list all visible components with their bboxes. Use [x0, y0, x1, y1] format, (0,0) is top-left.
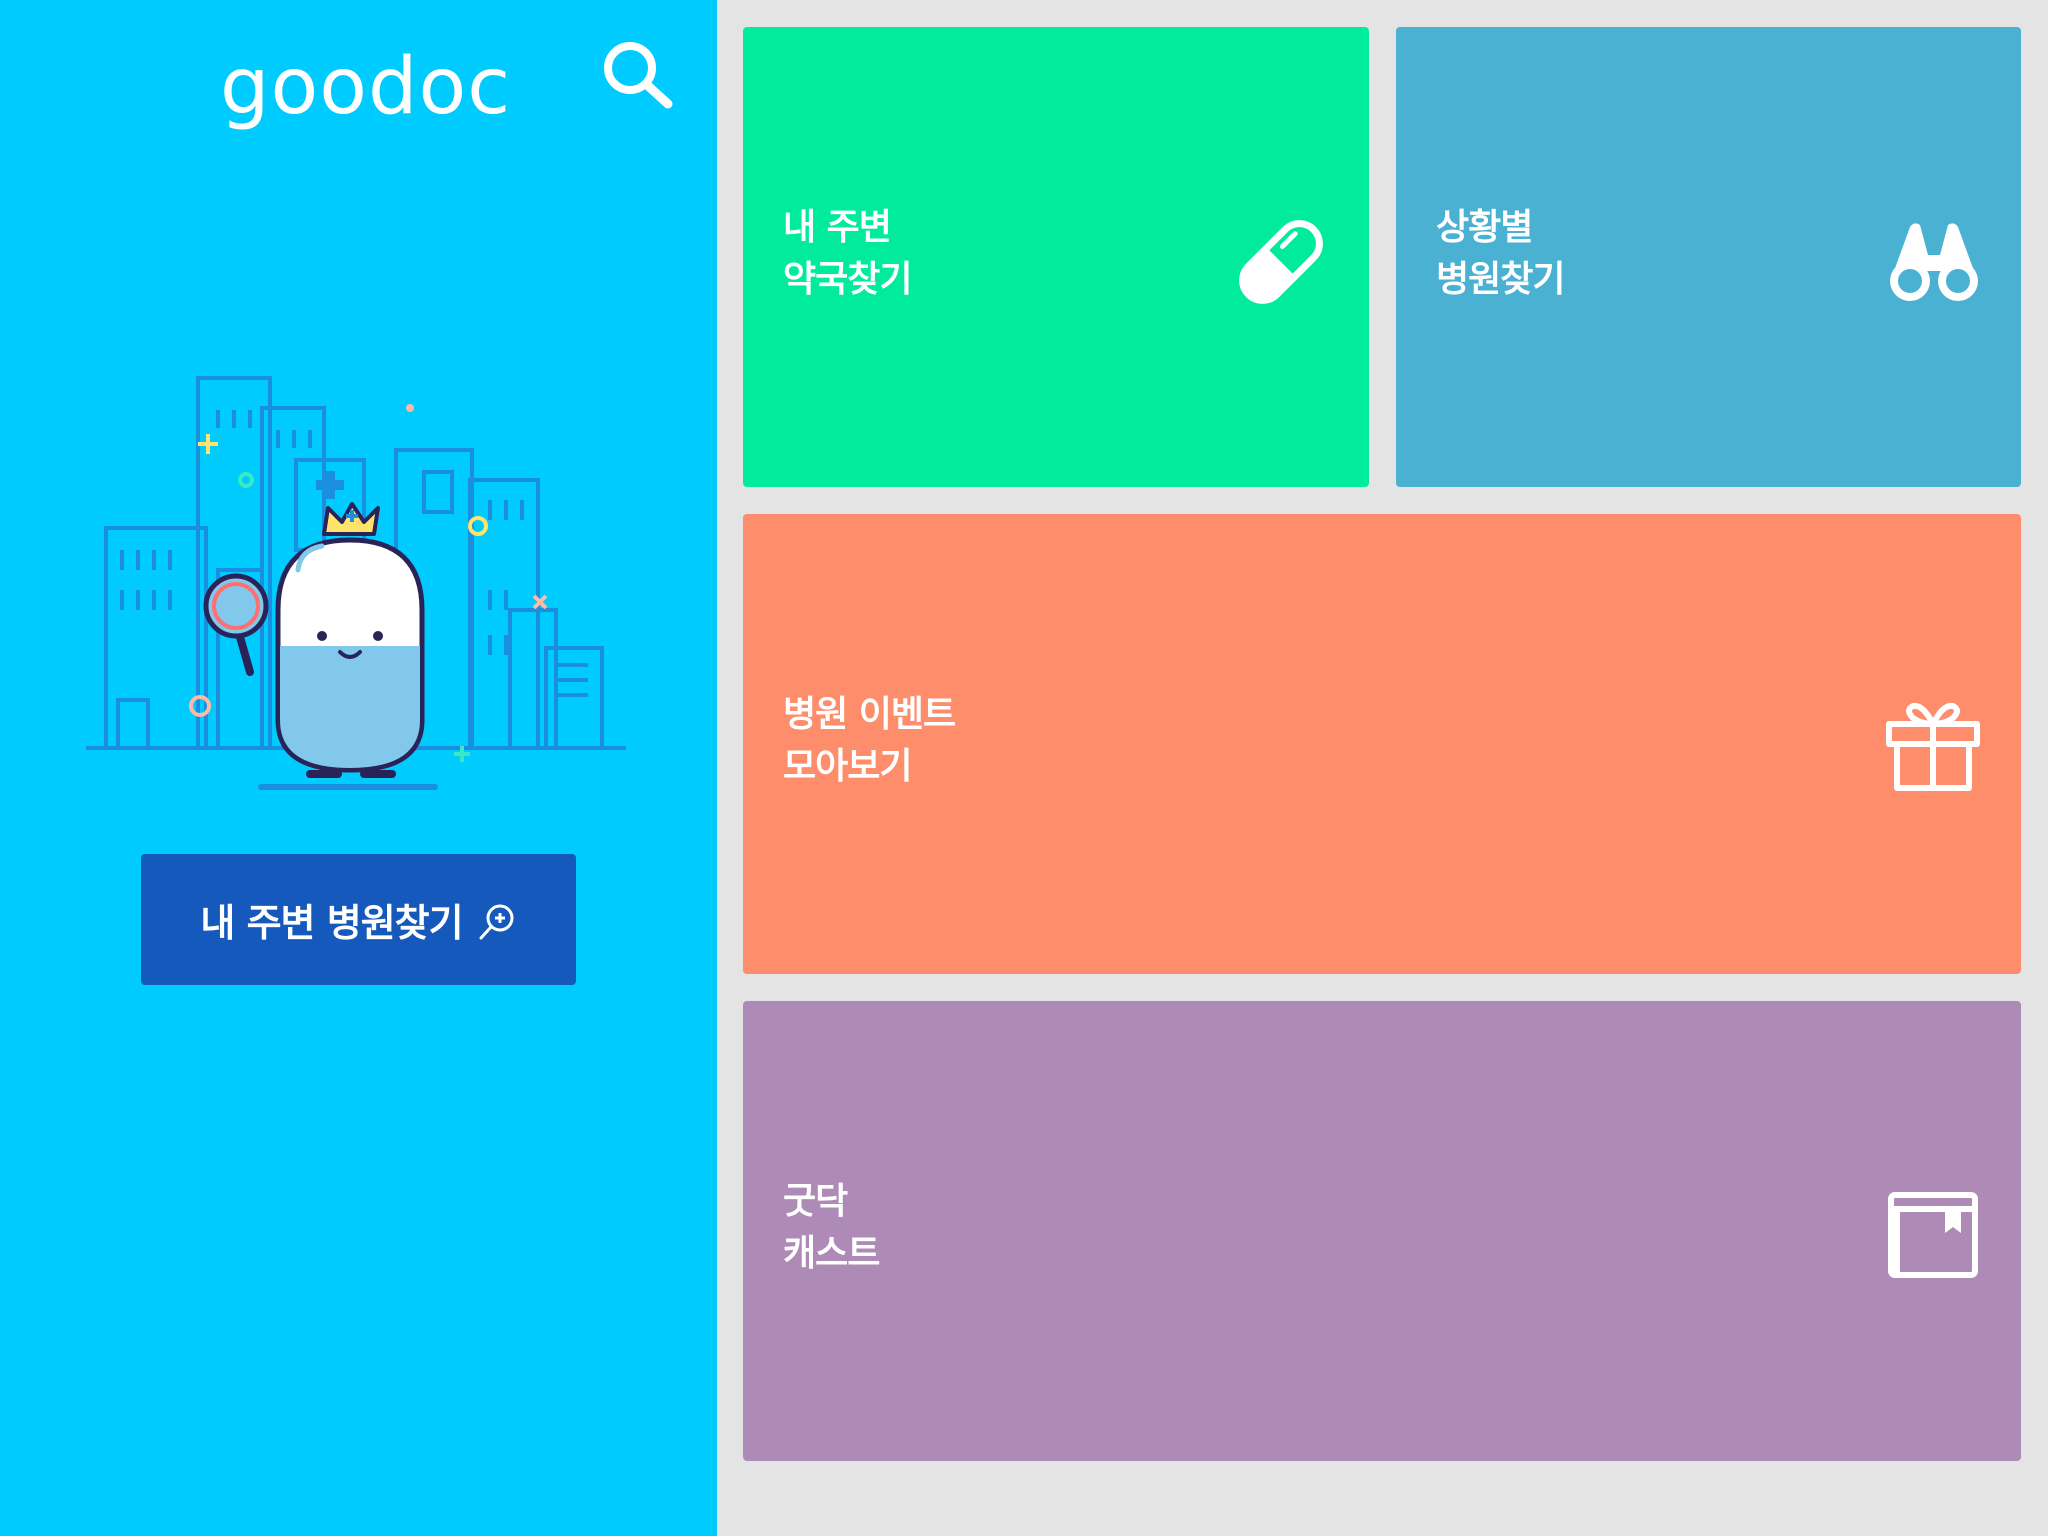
- zoom-in-icon: [479, 904, 514, 939]
- tile-nearby-pharmacy[interactable]: 내 주변 약국찾기: [743, 27, 1369, 487]
- tile-hospital-events[interactable]: 병원 이벤트 모아보기: [743, 514, 2021, 974]
- search-icon: [604, 42, 673, 109]
- tile-situation-hospital-title: 상황별 병원찾기: [1436, 202, 1565, 306]
- nearby-hospital-button[interactable]: 내 주변 병원찾기: [141, 854, 576, 985]
- left-panel: goodoc 내 주변 병원찾기: [0, 0, 717, 1536]
- binoculars-icon: [1890, 223, 1978, 301]
- tile-title-line2: 모아보기: [783, 746, 912, 787]
- pill-icon: [1239, 220, 1323, 304]
- tile-hospital-events-title: 병원 이벤트 모아보기: [783, 689, 956, 793]
- app-root: goodoc 내 주변 병원찾기 내 주변 약국찾기 상황별 병원찾기 병원 이…: [0, 0, 2048, 1536]
- tile-situation-hospital[interactable]: 상황별 병원찾기: [1396, 27, 2021, 487]
- tile-goodoc-cast-title: 굿닥 캐스트: [783, 1176, 880, 1280]
- tile-title-line1: 상황별: [1436, 207, 1533, 248]
- tile-title-line2: 캐스트: [783, 1233, 880, 1274]
- tile-nearby-pharmacy-title: 내 주변 약국찾기: [783, 202, 912, 306]
- book-icon: [1888, 1192, 1978, 1278]
- search-button[interactable]: [598, 36, 678, 116]
- tile-title-line2: 병원찾기: [1436, 259, 1565, 300]
- nearby-hospital-button-label: 내 주변 병원찾기: [200, 901, 463, 945]
- pill-mascot-city-illustration: [86, 376, 626, 790]
- goodoc-logo: goodoc: [220, 42, 512, 132]
- tile-title-line2: 약국찾기: [783, 259, 912, 300]
- tile-title-line1: 굿닥: [783, 1181, 848, 1222]
- tile-title-line1: 내 주변: [783, 207, 892, 248]
- tile-goodoc-cast[interactable]: 굿닥 캐스트: [743, 1001, 2021, 1461]
- tile-title-line1: 병원 이벤트: [783, 694, 956, 735]
- gift-icon: [1886, 702, 1980, 791]
